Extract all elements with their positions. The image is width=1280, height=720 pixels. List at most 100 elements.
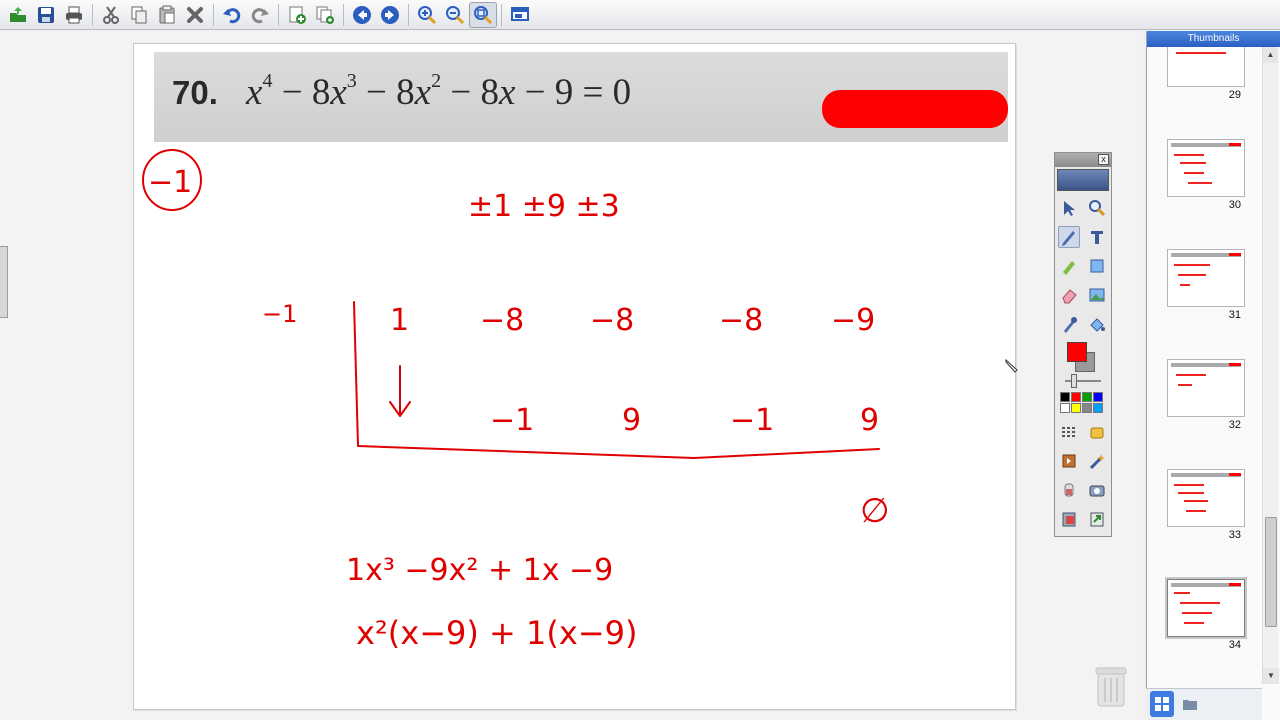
camera-tool-button[interactable] xyxy=(1086,479,1108,501)
screen-icon xyxy=(511,6,529,21)
delete-button[interactable] xyxy=(181,2,209,28)
zoom-out-button[interactable] xyxy=(441,2,469,28)
palette-lower-tools xyxy=(1055,417,1111,533)
thumbnail-view-button[interactable] xyxy=(1150,691,1174,717)
thumbnail-image xyxy=(1167,359,1245,417)
palette-close-button[interactable]: x xyxy=(1098,154,1109,165)
main-toolbar xyxy=(0,0,1280,30)
thumbnail-page[interactable]: 34 xyxy=(1165,577,1247,651)
text-tool-button[interactable] xyxy=(1086,226,1108,248)
print-button[interactable] xyxy=(60,2,88,28)
tool-palette: x xyxy=(1054,152,1112,537)
save-button[interactable] xyxy=(32,2,60,28)
next-page-button[interactable] xyxy=(376,2,404,28)
toolbar-separator xyxy=(213,3,214,26)
copy-button[interactable] xyxy=(125,2,153,28)
thumbnail-page[interactable]: 30 xyxy=(1167,139,1245,211)
trash-icon[interactable] xyxy=(1094,664,1128,708)
zoom-fit-button[interactable] xyxy=(469,1,497,28)
add-page-button[interactable] xyxy=(283,2,311,28)
thumbnail-image xyxy=(1167,249,1245,307)
thumbnail-page-number: 31 xyxy=(1228,309,1241,321)
coefficient-row: 1 −8 −8 −8 −9 xyxy=(390,303,875,338)
color-swatch[interactable] xyxy=(1093,392,1103,402)
scroll-up-icon[interactable]: ▲ xyxy=(1263,47,1278,63)
color-swatch[interactable] xyxy=(1060,403,1070,413)
color-swatch[interactable] xyxy=(1082,392,1092,402)
magic-tool-button[interactable] xyxy=(1086,450,1108,472)
select-tool-button[interactable] xyxy=(1058,197,1080,219)
export-tool-button[interactable] xyxy=(1086,508,1108,530)
magic-icon xyxy=(1089,453,1105,469)
thumbnail-page-number: 34 xyxy=(1228,639,1241,651)
toolbar-separator xyxy=(408,3,409,26)
palette-row xyxy=(1055,193,1111,222)
select-icon xyxy=(1064,200,1075,216)
scroll-thumb[interactable] xyxy=(1265,517,1277,627)
eyedropper-tool-button[interactable] xyxy=(1058,313,1080,335)
clipboard-tool-button[interactable] xyxy=(1058,508,1080,530)
redo-button[interactable] xyxy=(246,2,274,28)
scroll-down-icon[interactable]: ▼ xyxy=(1263,668,1279,684)
eyedropper-icon xyxy=(1064,316,1077,333)
folder-view-button[interactable] xyxy=(1178,691,1202,717)
palette-row xyxy=(1055,309,1111,338)
whiteboard-page[interactable]: 70. x4 − 8x3 − 8x2 − 8x − 9 = 0 −1 ±1 ±9… xyxy=(133,43,1016,710)
fill-tool-button[interactable] xyxy=(1086,313,1108,335)
delete-icon xyxy=(187,6,203,23)
product-2: −1 xyxy=(730,403,774,438)
bring-down-arrow xyxy=(389,365,411,417)
thumbnails-panel: Thumbnails 29 30 31 32 33 34 xyxy=(1146,31,1280,720)
side-panel-tab[interactable] xyxy=(0,246,8,318)
undo-tool-icon xyxy=(1062,454,1076,467)
previous-page-button[interactable] xyxy=(348,2,376,28)
paste-button[interactable] xyxy=(153,2,181,28)
coefficient-1: −8 xyxy=(480,303,524,338)
color-picker[interactable] xyxy=(1067,342,1095,372)
pen-preview xyxy=(1057,169,1109,191)
color-swatch[interactable] xyxy=(1060,392,1070,402)
line-style-tool-button[interactable] xyxy=(1058,421,1080,443)
color-swatch[interactable] xyxy=(1071,392,1081,402)
export-icon xyxy=(1090,512,1104,526)
next-page-icon xyxy=(381,5,399,24)
thumbnail-page[interactable]: 32 xyxy=(1167,359,1245,431)
zoom-out-icon xyxy=(446,5,465,24)
pen-icon xyxy=(1062,230,1075,246)
color-swatch[interactable] xyxy=(1093,403,1103,413)
print-icon xyxy=(66,6,82,23)
highlighter-tool-button[interactable] xyxy=(1058,255,1080,277)
color-swatch[interactable] xyxy=(1082,403,1092,413)
shape-tool-button[interactable] xyxy=(1086,255,1108,277)
zoom-tool-button[interactable] xyxy=(1086,197,1108,219)
pen-size-slider[interactable] xyxy=(1061,374,1105,388)
thumbnail-image xyxy=(1165,577,1247,639)
thumbnails-scrollbar[interactable]: ▲ ▼ xyxy=(1262,47,1279,684)
duplicate-page-button[interactable] xyxy=(311,2,339,28)
palette-title-bar[interactable]: x xyxy=(1055,153,1111,167)
palette-row xyxy=(1055,280,1111,309)
redo-icon xyxy=(251,7,269,23)
open-button[interactable] xyxy=(4,2,32,28)
recorder-tool-button[interactable] xyxy=(1058,479,1080,501)
zoom-in-button[interactable] xyxy=(413,2,441,28)
palette-row xyxy=(1055,504,1111,533)
color-swatch[interactable] xyxy=(1071,403,1081,413)
product-1: 9 xyxy=(622,403,641,438)
undo-tool-tool-button[interactable] xyxy=(1058,450,1080,472)
slider-knob[interactable] xyxy=(1071,374,1077,388)
thumbnail-page[interactable]: 33 xyxy=(1167,469,1245,541)
pen-tool-button[interactable] xyxy=(1058,225,1080,248)
thumbnail-page[interactable]: 29 xyxy=(1167,47,1245,101)
thumbnail-page[interactable]: 31 xyxy=(1167,249,1245,321)
image-tool-button[interactable] xyxy=(1086,284,1108,306)
fill-style-tool-button[interactable] xyxy=(1086,421,1108,443)
add-page-icon xyxy=(289,6,306,24)
eraser-tool-button[interactable] xyxy=(1058,284,1080,306)
undo-icon xyxy=(223,7,241,23)
zoom-in-icon xyxy=(418,5,437,24)
undo-button[interactable] xyxy=(218,2,246,28)
cut-button[interactable] xyxy=(97,2,125,28)
foreground-color[interactable] xyxy=(1067,342,1087,362)
screen-button[interactable] xyxy=(506,2,534,28)
